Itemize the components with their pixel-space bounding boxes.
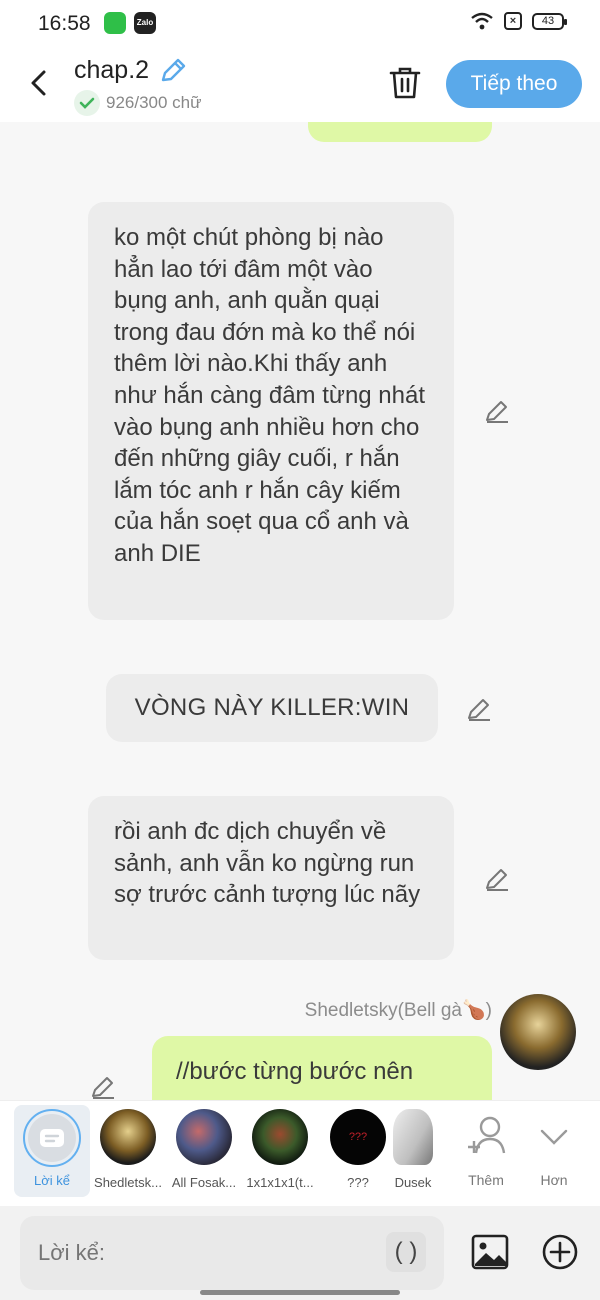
narration-ring xyxy=(23,1109,81,1167)
narration-label: Lời kể xyxy=(34,1173,70,1188)
avatar xyxy=(393,1109,433,1165)
status-bar: 16:58 Zalo × 43 xyxy=(0,0,600,46)
input-bar: ( ) xyxy=(0,1206,600,1300)
trash-icon[interactable] xyxy=(388,64,422,100)
narration-bubble[interactable]: VÒNG NÀY KILLER:WIN xyxy=(106,674,438,742)
avatar: ??? xyxy=(330,1109,386,1165)
chapter-header: chap.2 926/300 chữ Tiếp theo xyxy=(0,46,600,122)
home-indicator xyxy=(200,1290,400,1295)
image-icon[interactable] xyxy=(470,1232,510,1272)
battery-icon: 43 xyxy=(532,12,567,30)
add-character-button[interactable]: Thêm xyxy=(448,1109,524,1188)
character-item[interactable]: All Fosak... xyxy=(166,1109,242,1190)
chapter-title[interactable]: chap.2 xyxy=(74,56,149,85)
message-text: //bước từng bước nên xyxy=(176,1058,414,1085)
more-label: Hơn xyxy=(540,1172,568,1188)
character-selector: Lời kể Shedletsk... All Fosak... 1x1x1x1… xyxy=(0,1100,600,1206)
character-label: 1x1x1x1(t... xyxy=(246,1175,314,1190)
next-button[interactable]: Tiếp theo xyxy=(446,60,582,108)
status-right: × 43 xyxy=(470,12,567,30)
edit-message-icon[interactable] xyxy=(484,398,510,424)
message-bubble-partial[interactable]: ... xyxy=(308,122,492,142)
check-circle-icon xyxy=(74,90,100,116)
message-text: ... xyxy=(425,122,442,130)
message-text: rồi anh đc dịch chuyển về sảnh, anh vẫn … xyxy=(114,818,421,909)
sender-name: Shedletsky(Bell gà🍗) xyxy=(304,1000,492,1021)
back-arrow-icon[interactable] xyxy=(24,66,54,100)
edit-title-pencil-icon[interactable] xyxy=(158,56,188,86)
avatar xyxy=(100,1109,156,1165)
message-text: VÒNG NÀY KILLER:WIN xyxy=(134,694,410,721)
chat-area[interactable]: ... ko một chút phòng bị nào hẳn lao tới… xyxy=(0,122,600,1100)
sim-off-icon: × xyxy=(504,12,522,30)
edit-message-icon[interactable] xyxy=(90,1074,116,1100)
avatar xyxy=(176,1109,232,1165)
narration-bubble[interactable]: rồi anh đc dịch chuyển về sảnh, anh vẫn … xyxy=(88,796,454,960)
narration-bubble[interactable]: ko một chút phòng bị nào hẳn lao tới đâm… xyxy=(88,202,454,620)
more-button[interactable]: Hơn xyxy=(516,1109,592,1188)
character-item[interactable]: Dusek xyxy=(384,1109,442,1190)
narration-character-button[interactable]: Lời kể xyxy=(14,1105,90,1197)
zalo-icon: Zalo xyxy=(134,12,156,34)
app-notification-icon xyxy=(104,12,126,34)
chat-bubble-icon xyxy=(28,1114,76,1162)
character-label: All Fosak... xyxy=(171,1175,237,1190)
character-label: Shedletsk... xyxy=(94,1175,162,1190)
app-root: { "status_bar": {"time": "16:58", "batte… xyxy=(0,0,600,1300)
message-text: ko một chút phòng bị nào hẳn lao tới đâm… xyxy=(114,224,426,567)
character-label: Dusek xyxy=(394,1175,432,1190)
user-message-bubble[interactable]: //bước từng bước nên xyxy=(152,1036,492,1100)
add-user-icon xyxy=(468,1116,506,1154)
edit-message-icon[interactable] xyxy=(466,696,492,722)
status-time: 16:58 xyxy=(38,12,91,35)
character-item[interactable]: Shedletsk... xyxy=(90,1109,166,1190)
character-item[interactable]: 1x1x1x1(t... xyxy=(242,1109,318,1190)
narration-input[interactable] xyxy=(20,1216,444,1290)
avatar[interactable] xyxy=(500,994,576,1070)
add-circle-icon[interactable] xyxy=(540,1232,580,1272)
word-count: 926/300 chữ xyxy=(106,93,202,112)
edit-message-icon[interactable] xyxy=(484,866,510,892)
chevron-down-icon xyxy=(540,1129,568,1145)
parentheses-button[interactable]: ( ) xyxy=(386,1232,426,1272)
wifi-icon xyxy=(471,12,493,30)
add-label: Thêm xyxy=(468,1172,504,1188)
avatar xyxy=(252,1109,308,1165)
